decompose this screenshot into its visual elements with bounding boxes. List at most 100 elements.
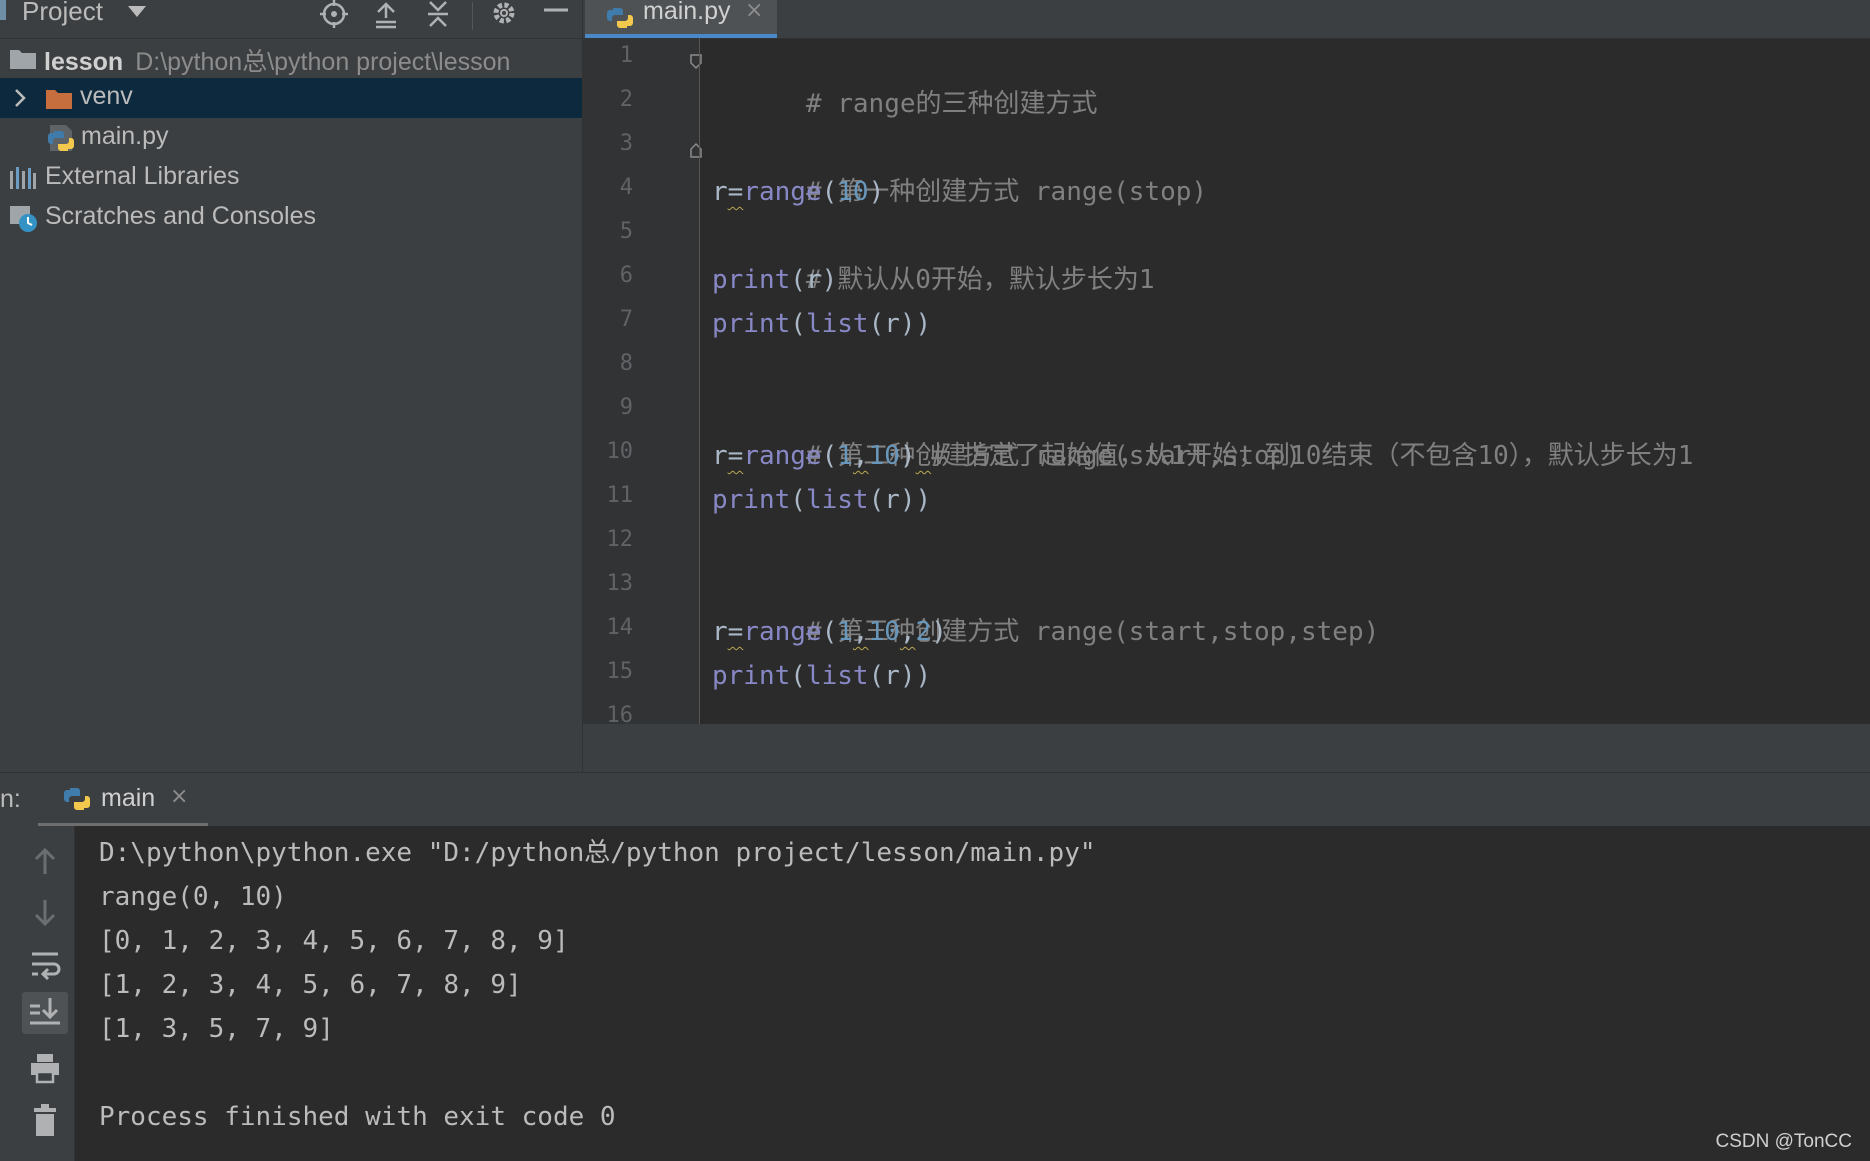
line-number: 14 — [606, 615, 634, 640]
code-line-9[interactable]: # 第二种创建方式 range(start,stop) — [712, 390, 1301, 471]
gear-icon[interactable] — [486, 0, 522, 30]
code-token: 10 — [868, 441, 900, 471]
code-token: ( — [790, 661, 806, 691]
tree-item-label: lesson — [44, 48, 124, 76]
line-number: 3 — [619, 131, 633, 156]
code-token: = — [727, 617, 744, 647]
locate-icon[interactable] — [316, 0, 352, 30]
code-token: print — [712, 485, 791, 515]
soft-wrap-icon[interactable] — [22, 944, 68, 986]
line-number-gutter: 1 2 3 4 5 6 7 8 9 10 11 12 13 14 15 16 — [583, 38, 703, 728]
run-label: n: — [0, 785, 21, 813]
gutter-divider — [699, 38, 700, 724]
tree-item-venv[interactable]: venv — [0, 78, 582, 118]
tree-item-main-py[interactable]: main.py — [0, 118, 582, 158]
code-token: 2 — [915, 617, 932, 647]
line-number: 7 — [619, 307, 633, 332]
editor-tab-main-py[interactable]: main.py × — [585, 0, 777, 38]
python-icon — [62, 784, 92, 814]
project-panel-icon — [0, 0, 6, 20]
code-token: print — [712, 265, 791, 295]
arrow-up-icon[interactable] — [22, 840, 68, 882]
code-token: list — [805, 309, 869, 339]
tree-item-external-libraries[interactable]: External Libraries — [0, 158, 582, 198]
code-token: ( — [821, 441, 838, 471]
code-line-1[interactable]: # range的三种创建方式 — [712, 38, 1098, 119]
project-view-selector[interactable]: Project — [22, 0, 103, 27]
code-token: 10 — [837, 177, 869, 207]
console-line: [0, 1, 2, 3, 4, 5, 6, 7, 8, 9] — [99, 926, 569, 956]
close-icon[interactable]: × — [170, 784, 188, 809]
run-tab-label: main — [101, 784, 156, 812]
code-line-13[interactable]: # 第三种创建方式 range(start,stop,step) — [712, 566, 1379, 647]
console-line: D:\python\python.exe "D:/python总/python … — [99, 838, 1096, 868]
code-token: = — [727, 177, 744, 207]
python-file-icon — [46, 123, 76, 153]
code-comment: # 指定了起始值，从1开始，到10结束（不包含10），默认步长为1 — [931, 441, 1694, 471]
editor-tab-label: main.py — [643, 0, 731, 25]
code-token: ( — [821, 617, 838, 647]
project-panel: Project lesson D:\python总\python project… — [0, 0, 583, 772]
hide-panel-icon[interactable] — [538, 0, 574, 30]
close-icon[interactable]: × — [745, 0, 763, 23]
line-number: 12 — [606, 527, 634, 552]
code-token: (r)) — [868, 485, 932, 515]
code-comment: # 默认从0开始，默认步长为1 — [805, 265, 1155, 295]
ide-window: Project lesson D:\python总\python project… — [0, 0, 1870, 1161]
code-token: r — [712, 441, 728, 471]
code-line-6[interactable]: print(r) — [712, 258, 837, 302]
line-number: 15 — [606, 659, 634, 684]
arrow-down-icon[interactable] — [22, 892, 68, 934]
code-token: print — [712, 661, 791, 691]
chevron-right-icon[interactable] — [10, 86, 30, 110]
tree-item-lesson[interactable]: lesson D:\python总\python project\lesson — [0, 38, 582, 78]
line-number: 1 — [619, 43, 633, 68]
code-line-4[interactable]: r=range(10) — [712, 170, 884, 214]
code-token: print — [712, 309, 791, 339]
code-line-3[interactable]: # 第一种创建方式 range(stop) — [712, 126, 1207, 207]
code-line-7[interactable]: print(list(r)) — [712, 302, 931, 346]
code-line-11[interactable]: print(list(r)) — [712, 478, 931, 522]
code-line-5[interactable]: # 默认从0开始，默认步长为1 — [712, 214, 1155, 295]
code-token: r — [712, 617, 728, 647]
code-comment: # range的三种创建方式 — [805, 89, 1098, 119]
code-token: (r)) — [868, 661, 932, 691]
collapse-all-icon[interactable] — [420, 0, 456, 30]
code-line-15[interactable]: print(list(r)) — [712, 654, 931, 698]
editor-bottom-area — [583, 724, 1870, 772]
fold-marker-icon[interactable] — [689, 141, 703, 159]
tree-item-scratches[interactable]: Scratches and Consoles — [0, 198, 582, 238]
code-token: ) — [868, 177, 885, 207]
print-icon[interactable] — [22, 1048, 68, 1090]
console-line: [1, 3, 5, 7, 9] — [99, 1014, 334, 1044]
folder-icon — [44, 84, 74, 114]
code-token: 1 — [837, 617, 853, 647]
expand-all-icon[interactable] — [368, 0, 404, 30]
scroll-to-end-icon[interactable] — [22, 992, 68, 1034]
code-line-10[interactable]: r=range(1,10) # 指定了起始值，从1开始，到10结束（不包含10）… — [712, 434, 1693, 478]
code-token: r — [712, 177, 728, 207]
code-token: range — [743, 617, 822, 647]
code-editor[interactable]: # range的三种创建方式 # 第一种创建方式 range(stop) r=r… — [712, 38, 1862, 724]
chevron-down-icon[interactable] — [128, 6, 146, 17]
code-token: , — [852, 441, 869, 471]
tree-item-label: Scratches and Consoles — [45, 202, 316, 230]
editor-tab-bar: main.py × — [583, 0, 1870, 39]
library-icon — [8, 163, 38, 193]
run-tab-main[interactable]: main × — [38, 773, 208, 827]
code-token: range — [743, 441, 822, 471]
code-token: 1 — [837, 441, 853, 471]
code-token: list — [805, 661, 869, 691]
code-line-14[interactable]: r=range(1,10,2) — [712, 610, 947, 654]
fold-marker-icon[interactable] — [689, 53, 703, 71]
console-line: [1, 2, 3, 4, 5, 6, 7, 8, 9] — [99, 970, 522, 1000]
trash-icon[interactable] — [22, 1100, 68, 1142]
run-console[interactable]: D:\python\python.exe "D:/python总/python … — [75, 826, 1870, 1161]
console-line: Process finished with exit code 0 — [99, 1102, 616, 1132]
console-line: range(0, 10) — [99, 882, 287, 912]
code-token: ( — [790, 485, 806, 515]
scratches-icon — [8, 203, 38, 233]
line-number: 2 — [619, 87, 633, 112]
toolbar-divider — [472, 2, 473, 30]
